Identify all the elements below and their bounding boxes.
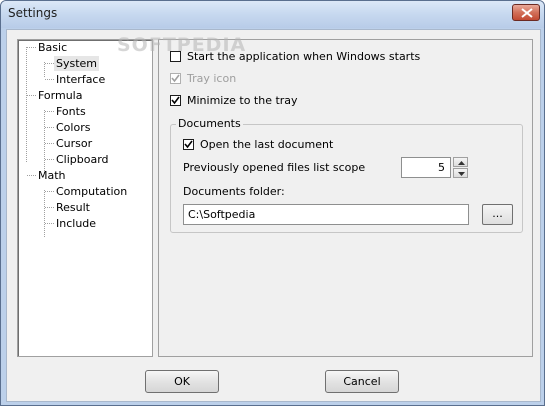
documents-group: Documents Open the last document Previou…: [170, 117, 523, 233]
documents-group-legend: Documents: [176, 117, 243, 130]
tree-connector: [45, 79, 54, 80]
settings-panel: Start the application when Windows start…: [158, 39, 533, 357]
tree-item-include[interactable]: Include: [54, 216, 98, 231]
tree-item-math[interactable]: Math: [36, 168, 68, 183]
tree-connector: [27, 95, 36, 96]
arrow-down-icon: [458, 172, 465, 176]
tree-item-system[interactable]: System: [54, 56, 100, 71]
tree-item-interface[interactable]: Interface: [54, 72, 107, 87]
window-title: Settings: [8, 6, 58, 20]
tree-connector: [26, 47, 27, 162]
tree-item-colors[interactable]: Colors: [54, 120, 92, 135]
checkbox-box: [170, 51, 181, 62]
checkbox-label: Minimize to the tray: [187, 94, 298, 107]
checkbox-box: [183, 139, 194, 150]
documents-folder-label: Documents folder:: [183, 185, 285, 198]
files-scope-spinner: [453, 157, 468, 178]
tree-connector: [45, 143, 54, 144]
tree-item-result[interactable]: Result: [54, 200, 92, 215]
minimize-to-tray-checkbox[interactable]: Minimize to the tray: [170, 94, 298, 107]
tree-item-clipboard[interactable]: Clipboard: [54, 152, 111, 167]
close-icon: [521, 8, 533, 18]
spin-down-button[interactable]: [453, 168, 468, 178]
checkmark-icon: [184, 140, 193, 149]
arrow-up-icon: [458, 161, 465, 165]
checkbox-label: Tray icon: [187, 72, 237, 85]
tree-connector: [45, 223, 54, 224]
open-last-document-checkbox[interactable]: Open the last document: [183, 138, 333, 151]
tree-item-basic[interactable]: Basic: [36, 40, 69, 55]
tree-item-cursor[interactable]: Cursor: [54, 136, 94, 151]
checkbox-label: Open the last document: [200, 138, 334, 151]
tree-connector: [44, 190, 45, 237]
tree-item-fonts[interactable]: Fonts: [54, 104, 88, 119]
title-bar[interactable]: Settings: [1, 1, 544, 28]
tree-connector: [45, 111, 54, 112]
cancel-button[interactable]: Cancel: [325, 370, 399, 393]
tree-connector: [45, 191, 54, 192]
tree-item-formula[interactable]: Formula: [36, 88, 84, 103]
category-tree[interactable]: Basic System Interface Formula Fonts Col…: [17, 39, 153, 357]
tree-connector: [27, 175, 36, 176]
tree-connector: [45, 207, 54, 208]
spin-up-button[interactable]: [453, 157, 468, 167]
files-scope-input[interactable]: 5: [401, 157, 451, 178]
checkbox-label: Start the application when Windows start…: [187, 50, 421, 63]
files-scope-label: Previously opened files list scope: [183, 161, 366, 174]
tree-connector: [44, 62, 45, 77]
settings-window: Settings Basic System Interface Formula …: [0, 0, 545, 406]
tree-connector: [27, 47, 36, 48]
ok-button[interactable]: OK: [145, 370, 219, 393]
checkmark-icon: [171, 96, 180, 105]
tree-connector: [45, 63, 54, 64]
dialog-client-area: Basic System Interface Formula Fonts Col…: [6, 29, 541, 402]
tree-connector: [45, 159, 54, 160]
checkbox-box: [170, 73, 181, 84]
browse-folder-button[interactable]: ...: [482, 204, 513, 225]
start-with-windows-checkbox[interactable]: Start the application when Windows start…: [170, 50, 420, 63]
tree-item-computation[interactable]: Computation: [54, 184, 129, 199]
documents-folder-input[interactable]: C:\Softpedia: [183, 204, 469, 225]
close-button[interactable]: [512, 4, 540, 21]
tree-connector: [44, 110, 45, 173]
tree-connector: [45, 127, 54, 128]
tray-icon-checkbox[interactable]: Tray icon: [170, 72, 236, 85]
checkbox-box: [170, 95, 181, 106]
checkmark-icon: [171, 74, 180, 83]
